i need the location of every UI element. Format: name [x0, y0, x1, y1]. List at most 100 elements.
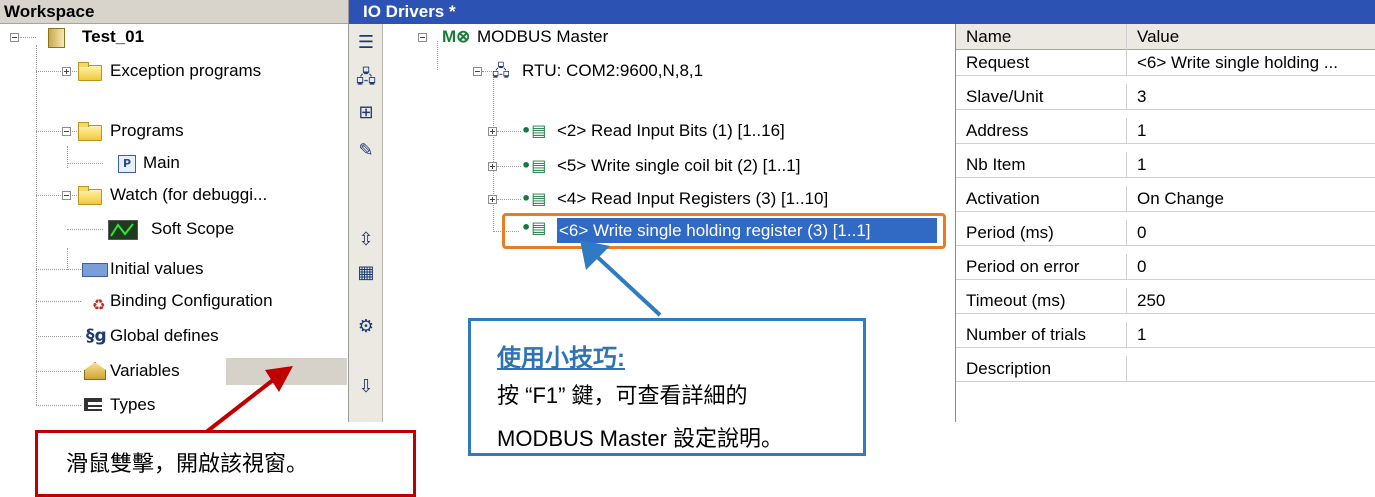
scope-icon [108, 220, 138, 240]
tip-text: 按 “F1” 鍵，可查看詳細的 [497, 383, 748, 408]
folder-icon [78, 62, 102, 81]
column-divider [1126, 84, 1127, 110]
sort-icon[interactable]: ⇩ [355, 376, 377, 398]
hint-text: 滑鼠雙擊，開啟該視窗。 [66, 451, 309, 476]
project-icon [48, 28, 65, 48]
tree-item-label: Soft Scope [151, 219, 235, 238]
map-icon[interactable]: ▦ [355, 262, 377, 284]
tree-item-modbus-master[interactable]: M⊗ MODBUS Master [415, 24, 745, 50]
column-header-name[interactable]: Name [966, 24, 1011, 50]
tree-item-global-defines[interactable]: §g Global defines [0, 323, 348, 349]
column-divider [1126, 254, 1127, 280]
property-value[interactable]: 250 [1137, 288, 1165, 314]
property-value[interactable]: 1 [1137, 152, 1146, 178]
network-icon: 🖧 [492, 61, 510, 80]
modbus-icon: M⊗ [442, 27, 471, 46]
tree-item-binding-configuration[interactable]: ♻ Binding Configuration [0, 288, 348, 314]
tree-item-main[interactable]: P Main [0, 150, 348, 176]
property-row-activation[interactable]: Activation On Change [956, 186, 1375, 212]
property-row-nb-item[interactable]: Nb Item 1 [956, 152, 1375, 178]
tree-item-watch[interactable]: Watch (for debuggi... [0, 182, 348, 208]
workspace-title: Workspace [0, 0, 348, 24]
property-row-description[interactable]: Description [956, 356, 1375, 382]
property-name: Nb Item [966, 155, 1026, 174]
request-icon: •▤ [521, 156, 547, 175]
property-value[interactable]: 3 [1137, 84, 1146, 110]
expand-icon[interactable] [62, 67, 71, 76]
tree-item-soft-scope[interactable]: Soft Scope [0, 216, 348, 242]
tree-line [20, 37, 36, 38]
property-row-timeout[interactable]: Timeout (ms) 250 [956, 288, 1375, 314]
tree-line [36, 301, 81, 302]
tree-line [36, 71, 81, 72]
expand-icon[interactable] [488, 127, 497, 136]
property-row-slave-unit[interactable]: Slave/Unit 3 [956, 84, 1375, 110]
tree-line [67, 163, 103, 164]
list-view-icon[interactable]: ☰ [355, 32, 377, 54]
property-row-number-of-trials[interactable]: Number of trials 1 [956, 322, 1375, 348]
column-divider [1126, 356, 1127, 382]
tree-item-request[interactable]: •▤ <4> Read Input Registers (3) [1..10] [485, 186, 905, 212]
tree-item-label: Binding Configuration [110, 291, 273, 310]
tree-item-label: Initial values [110, 259, 204, 278]
tree-line [497, 131, 521, 132]
folder-icon [78, 186, 102, 205]
property-value[interactable]: 0 [1137, 220, 1146, 246]
types-icon [84, 398, 102, 411]
folder-icon [78, 122, 102, 141]
column-divider [1126, 220, 1127, 246]
tree-item-label: Main [143, 153, 180, 172]
properties-header: Name Value [956, 24, 1375, 50]
tree-item-rtu[interactable]: 🖧 RTU: COM2:9600,N,8,1 [470, 58, 800, 84]
property-value[interactable]: 0 [1137, 254, 1146, 280]
property-row-request[interactable]: Request <6> Write single holding ... [956, 50, 1375, 76]
property-row-address[interactable]: Address 1 [956, 118, 1375, 144]
tree-item-exception-programs[interactable]: Exception programs [0, 58, 348, 84]
tree-line [497, 199, 521, 200]
tree-item-label: Programs [110, 121, 184, 140]
settings-icon[interactable]: ⚙ [355, 316, 377, 338]
property-value[interactable]: <6> Write single holding ... [1137, 50, 1338, 76]
property-name: Address [966, 121, 1029, 140]
tree-line [36, 195, 81, 196]
collapse-icon[interactable] [62, 127, 71, 136]
expand-icon[interactable] [488, 195, 497, 204]
property-name: Timeout (ms) [966, 291, 1066, 310]
scope-wave [110, 223, 134, 237]
property-row-period-on-error[interactable]: Period on error 0 [956, 254, 1375, 280]
tree-item-request[interactable]: •▤ <5> Write single coil bit (2) [1..1] [485, 153, 905, 179]
column-divider [1126, 186, 1127, 212]
tree-item-initial-values[interactable]: Initial values [0, 256, 348, 282]
tree-item-label: Watch (for debuggi... [110, 185, 268, 204]
tree-item-label: Variables [110, 361, 180, 380]
column-header-value[interactable]: Value [1137, 24, 1179, 50]
column-divider [1126, 322, 1127, 348]
move-icon[interactable]: ⇳ [355, 229, 377, 251]
variables-icon [84, 362, 106, 380]
add-request-icon[interactable]: ⊞ [355, 102, 377, 124]
tree-item-label: Exception programs [110, 61, 262, 80]
column-divider [1126, 50, 1127, 76]
tree-item-label: Types [110, 395, 156, 414]
property-row-period[interactable]: Period (ms) 0 [956, 220, 1375, 246]
property-value[interactable]: On Change [1137, 186, 1224, 212]
property-name: Activation [966, 189, 1040, 208]
tree-item-programs[interactable]: Programs [0, 118, 348, 144]
collapse-icon[interactable] [473, 67, 482, 76]
collapse-icon[interactable] [62, 191, 71, 200]
tree-line [36, 371, 81, 372]
column-divider[interactable] [1126, 24, 1127, 50]
expand-icon[interactable] [488, 162, 497, 171]
collapse-icon[interactable] [10, 33, 19, 42]
tree-item-label: RTU: COM2:9600,N,8,1 [522, 61, 704, 80]
property-name: Period on error [966, 257, 1080, 276]
tree-item-request[interactable]: •▤ <2> Read Input Bits (1) [1..16] [485, 118, 905, 144]
tree-item-project[interactable]: Test_01 [0, 24, 348, 50]
edit-icon[interactable]: ✎ [355, 140, 377, 162]
collapse-icon[interactable] [418, 33, 427, 42]
property-value[interactable]: 1 [1137, 118, 1146, 144]
tree-item-label: MODBUS Master [477, 27, 609, 46]
property-value[interactable]: 1 [1137, 322, 1146, 348]
tree-line [36, 336, 81, 337]
network-icon[interactable]: 🖧 [355, 67, 377, 89]
